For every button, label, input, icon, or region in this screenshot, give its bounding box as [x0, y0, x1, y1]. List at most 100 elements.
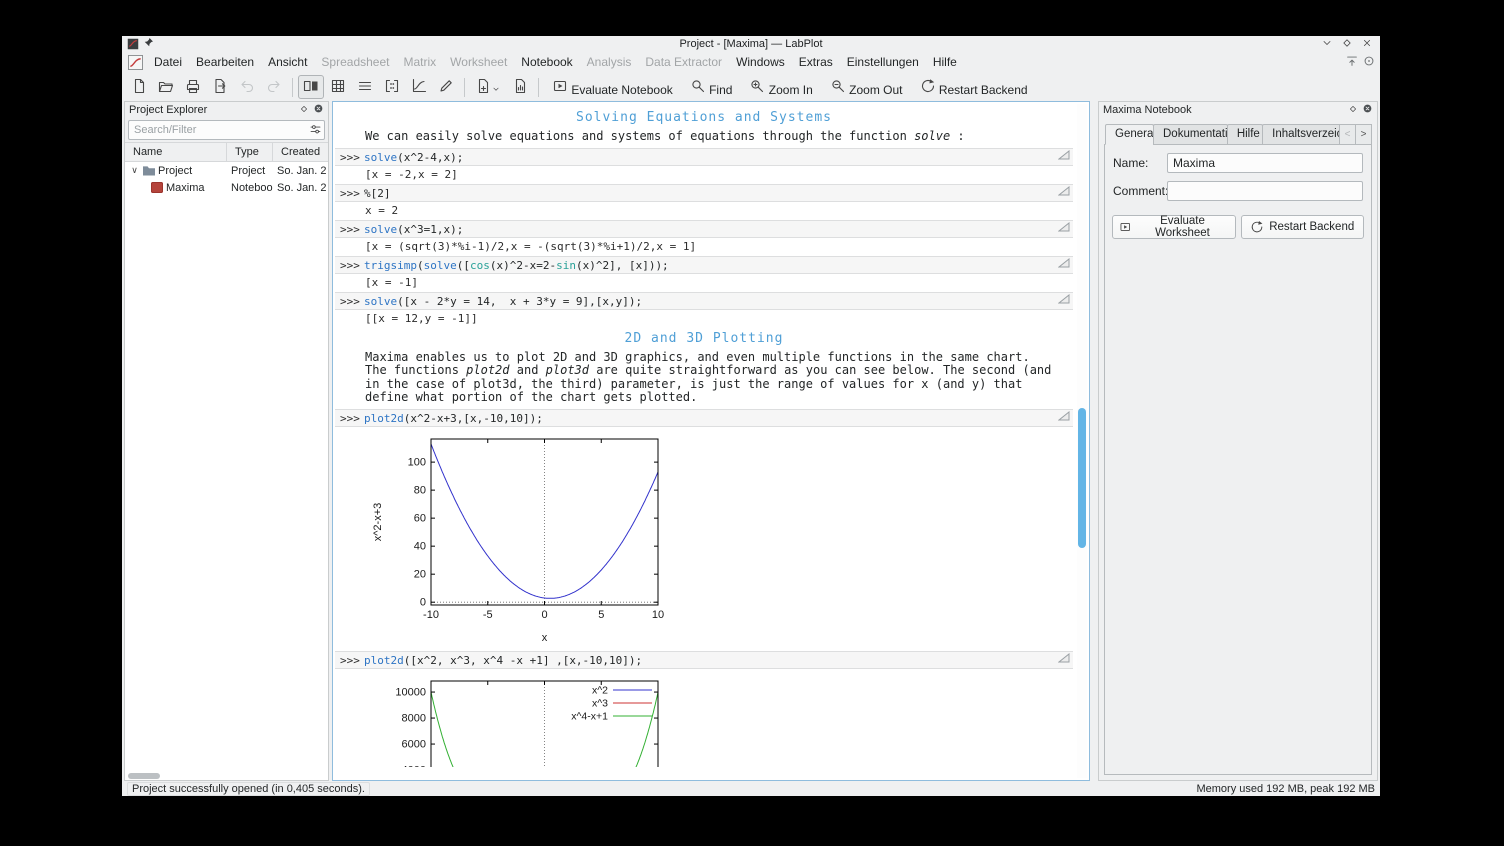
command-code[interactable]: trigsimp(solve([cos(x)^2-x=2-sin(x)^2], …	[364, 259, 1073, 272]
evaluate-worksheet-button[interactable]: Evaluate Worksheet	[1112, 215, 1236, 239]
toolbar-separator	[292, 77, 293, 97]
menu-hilfe[interactable]: Hilfe	[926, 52, 964, 73]
command-code[interactable]: plot2d(x^2-x+3,[x,-10,10]);	[364, 412, 1073, 425]
column-type[interactable]: Type	[227, 143, 273, 161]
svg-text:4000: 4000	[402, 764, 426, 766]
svg-text:-10: -10	[423, 609, 439, 621]
titlebar[interactable]: Project - [Maxima] — LabPlot	[122, 36, 1380, 52]
field-input-comment[interactable]	[1167, 181, 1363, 201]
tab-scroll-right-button[interactable]: >	[1355, 124, 1373, 145]
restart-backend-button[interactable]: Restart Backend	[912, 75, 1036, 99]
restart-icon	[920, 78, 936, 94]
properties-header[interactable]: Maxima Notebook	[1099, 102, 1377, 118]
tab-inhaltsverzeichn[interactable]: Inhaltsverzeichn	[1262, 124, 1342, 145]
menubar-items: Datei Bearbeiten Ansicht Spreadsheet Matrix W…	[147, 52, 964, 73]
matrix-view-button[interactable]	[379, 75, 405, 99]
command-code[interactable]: solve(x^2-4,x);	[364, 151, 1073, 164]
horizontal-scrollbar[interactable]	[125, 771, 328, 780]
menu-einstellungen[interactable]: Einstellungen	[840, 52, 926, 73]
command-entry[interactable]: >>> solve(x^3=1,x);	[335, 219, 1073, 238]
panel-buttons: Evaluate Worksheet Restart Backend	[1112, 215, 1364, 239]
notebook-paragraph[interactable]: Maxima enables us to plot 2D and 3D grap…	[365, 350, 1053, 405]
vertical-scrollbar[interactable]	[1077, 104, 1087, 778]
command-entry[interactable]: >>> solve(x^2-4,x);	[335, 147, 1073, 166]
menu-bearbeiten[interactable]: Bearbeiten	[189, 52, 261, 73]
tab-general[interactable]: General	[1105, 124, 1154, 145]
menu-extras[interactable]: Extras	[792, 52, 840, 73]
entry-collapse-icon[interactable]	[1057, 257, 1070, 268]
column-name[interactable]: Name	[125, 143, 227, 161]
pin-icon[interactable]	[143, 37, 154, 51]
evaluate-notebook-label: Evaluate Notebook	[571, 82, 673, 97]
tree-header[interactable]: Name Type Created	[125, 143, 328, 162]
maximize-button[interactable]	[1341, 37, 1355, 51]
print-button[interactable]	[180, 75, 206, 99]
close-dock-icon[interactable]	[1362, 103, 1373, 117]
menu-notebook[interactable]: Notebook	[514, 52, 579, 73]
entry-collapse-icon[interactable]	[1057, 221, 1070, 232]
tree-row-maxima[interactable]: Maxima Notebook So. Jan. 2 18:	[125, 179, 328, 196]
tab-dokumentation[interactable]: Dokumentation	[1153, 124, 1228, 145]
draw-button[interactable]	[433, 75, 459, 99]
export-button[interactable]	[207, 75, 233, 99]
entry-collapse-icon[interactable]	[1057, 149, 1070, 160]
properties-dock: Maxima Notebook GeneralDokumentationHilf…	[1098, 101, 1378, 781]
notebook-paragraph[interactable]: We can easily solve equations and system…	[365, 129, 1053, 144]
tab-scroll-left-button[interactable]: <	[1339, 124, 1357, 145]
zoom-out-label: Zoom Out	[849, 82, 903, 97]
properties-title: Maxima Notebook	[1103, 104, 1192, 116]
hscrollbar-thumb[interactable]	[128, 773, 160, 779]
entry-collapse-icon[interactable]	[1057, 185, 1070, 196]
notebook-icon	[151, 182, 163, 193]
new-worksheet-button[interactable]	[507, 75, 533, 99]
list-view-button[interactable]	[352, 75, 378, 99]
find-button[interactable]: Find	[682, 75, 741, 99]
chevron-down-icon	[491, 84, 501, 94]
menu-matrix: Matrix	[403, 55, 437, 69]
new-project-button[interactable]	[126, 75, 152, 99]
worksheet-view-button[interactable]	[406, 75, 432, 99]
collapse-toolbar-icon[interactable]	[1345, 54, 1359, 71]
field-input-name[interactable]	[1167, 153, 1363, 173]
split-view-button[interactable]	[298, 75, 324, 99]
close-button[interactable]	[1361, 37, 1375, 51]
command-entry[interactable]: >>> solve([x - 2*y = 14, x + 3*y = 9],[x,…	[335, 291, 1073, 310]
open-project-button[interactable]	[153, 75, 179, 99]
tree-caret-icon[interactable]: ∨	[129, 165, 140, 176]
tab-hilfe[interactable]: Hilfe	[1226, 124, 1264, 145]
column-created[interactable]: Created	[273, 143, 328, 161]
menu-datei[interactable]: Datei	[147, 52, 189, 73]
menu-ansicht[interactable]: Ansicht	[261, 52, 314, 73]
notebook-view[interactable]: Solving Equations and Systems We can easi…	[332, 101, 1090, 781]
filter-options-icon[interactable]	[309, 123, 322, 139]
evaluate-notebook-button[interactable]: Evaluate Notebook	[544, 75, 681, 99]
zoom-in-button[interactable]: Zoom In	[741, 75, 820, 99]
command-entry[interactable]: >>> plot2d([x^2, x^3, x^4 -x +1] ,[x,-10,…	[335, 650, 1073, 669]
session-indicator-icon[interactable]	[1362, 54, 1376, 71]
entry-collapse-icon[interactable]	[1057, 410, 1070, 421]
svg-text:8000: 8000	[402, 712, 426, 724]
entry-collapse-icon[interactable]	[1057, 652, 1070, 663]
tree-row-project[interactable]: ∨ Project Project So. Jan. 2 18:	[125, 162, 328, 179]
zoom-out-button[interactable]: Zoom Out	[822, 75, 911, 99]
vscrollbar-thumb[interactable]	[1078, 408, 1086, 548]
command-entry[interactable]: >>> %[2]	[335, 183, 1073, 202]
float-dock-icon[interactable]	[1348, 104, 1358, 117]
close-dock-icon[interactable]	[313, 103, 324, 117]
command-code[interactable]: solve(x^3=1,x);	[364, 223, 1073, 236]
command-code[interactable]: plot2d([x^2, x^3, x^4 -x +1] ,[x,-10,10]…	[364, 654, 1073, 667]
command-code[interactable]: solve([x - 2*y = 14, x + 3*y = 9],[x,y])…	[364, 295, 1073, 308]
spreadsheet-view-button[interactable]	[325, 75, 351, 99]
entry-collapse-icon[interactable]	[1057, 293, 1070, 304]
command-entry[interactable]: >>> trigsimp(solve([cos(x)^2-x=2-sin(x)^2…	[335, 255, 1073, 274]
command-code[interactable]: %[2]	[364, 187, 1073, 200]
float-dock-icon[interactable]	[299, 104, 309, 117]
search-input[interactable]	[128, 120, 325, 140]
project-explorer-header[interactable]: Project Explorer	[125, 102, 328, 118]
new-notebook-button[interactable]	[470, 75, 506, 99]
svg-text:0: 0	[541, 609, 547, 621]
command-entry[interactable]: >>> plot2d(x^2-x+3,[x,-10,10]);	[335, 408, 1073, 427]
minimize-button[interactable]	[1321, 37, 1335, 51]
menu-windows[interactable]: Windows	[729, 52, 792, 73]
restart-backend-panel-button[interactable]: Restart Backend	[1240, 215, 1364, 239]
